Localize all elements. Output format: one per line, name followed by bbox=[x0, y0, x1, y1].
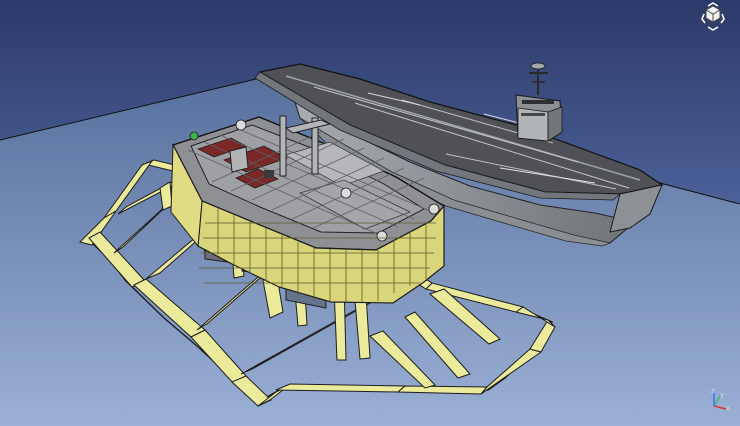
carrier-island-window bbox=[521, 113, 545, 116]
axis-x-label: x bbox=[726, 404, 731, 412]
equipment-piece bbox=[340, 187, 352, 199]
equipment-piece bbox=[376, 230, 388, 242]
axis-triad: x y z bbox=[706, 388, 732, 414]
axis-z-label: z bbox=[711, 387, 715, 395]
carrier-island-front bbox=[517, 107, 549, 142]
carrier-radar bbox=[530, 62, 546, 70]
equipment-piece bbox=[235, 119, 247, 131]
frame-beam bbox=[396, 385, 489, 395]
navigation-cube[interactable] bbox=[696, 2, 730, 36]
platform-post bbox=[279, 115, 287, 177]
3d-viewport[interactable]: x y z bbox=[0, 0, 740, 426]
viewport-scene[interactable] bbox=[0, 0, 740, 426]
platform-cross-beam bbox=[229, 146, 249, 173]
navigation-cube-icon bbox=[701, 2, 725, 31]
equipment-piece bbox=[428, 203, 440, 215]
equipment-box bbox=[264, 170, 274, 178]
frame-beam bbox=[275, 383, 407, 393]
equipment-piece bbox=[189, 131, 199, 141]
axis-y-label: y bbox=[720, 391, 725, 399]
carrier-island-window bbox=[522, 100, 554, 104]
